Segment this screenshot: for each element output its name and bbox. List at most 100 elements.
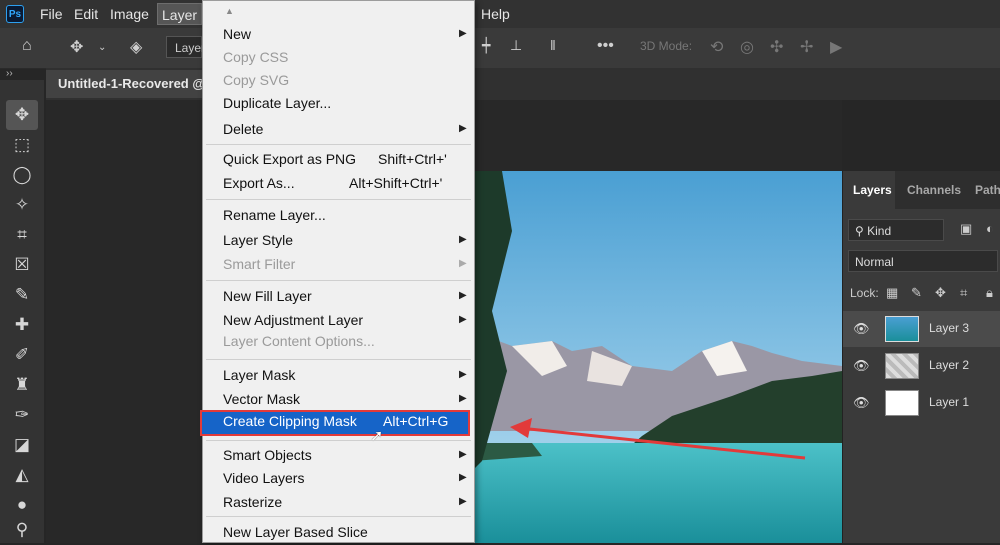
menu-item-quick-export-png[interactable]: Quick Export as PNG <box>223 151 356 167</box>
menu-file[interactable]: File <box>40 0 63 28</box>
menu-separator <box>206 199 471 200</box>
dodge-tool-icon[interactable]: ⚲ <box>0 515 44 545</box>
3d-orbit-icon[interactable]: ⟲ <box>710 37 723 57</box>
tab-channels[interactable]: Channels <box>907 171 961 209</box>
menu-item-new[interactable]: New <box>223 26 251 42</box>
history-brush-tool-icon[interactable]: ✑ <box>0 400 44 430</box>
submenu-arrow-icon: ▶ <box>459 369 467 380</box>
menu-item-create-clipping-mask[interactable]: Create Clipping Mask <box>223 413 357 429</box>
menu-layer[interactable]: Layer <box>157 3 203 25</box>
menu-item-rename-layer[interactable]: Rename Layer... <box>223 207 326 223</box>
shortcut-export-as: Alt+Shift+Ctrl+' <box>349 175 443 191</box>
distribute-icon[interactable]: ‖ <box>550 37 556 53</box>
brush-tool-icon[interactable]: ✐ <box>0 340 44 370</box>
3d-pan-icon[interactable]: ✣ <box>770 37 783 57</box>
options-bar <box>0 28 1000 69</box>
menu-item-copy-svg: Copy SVG <box>223 72 290 88</box>
submenu-arrow-icon: ▶ <box>459 393 467 404</box>
filter-pixel-icon[interactable]: ▣ <box>960 221 972 237</box>
menu-separator <box>206 359 471 360</box>
marquee-tool-icon[interactable]: ⬚ <box>0 130 44 160</box>
menu-separator <box>206 144 471 145</box>
eraser-tool-icon[interactable]: ◪ <box>0 430 44 460</box>
menu-edit[interactable]: Edit <box>74 0 98 28</box>
scroll-up-icon[interactable]: ▲ <box>225 6 234 16</box>
layer-row[interactable]: 👁︎ Layer 1 <box>843 385 1000 421</box>
eyedropper-tool-icon[interactable]: ✎ <box>0 280 44 310</box>
layer-row[interactable]: 👁︎ Layer 3 <box>843 311 1000 347</box>
panel-collapse-icon[interactable]: ›› <box>6 68 13 79</box>
menu-item-duplicate-layer[interactable]: Duplicate Layer... <box>223 95 331 111</box>
3d-roll-icon[interactable]: ◎ <box>740 37 754 57</box>
chevron-down-icon[interactable]: ⌄ <box>98 42 106 53</box>
lasso-tool-icon[interactable]: ◯ <box>0 160 44 190</box>
visibility-eye-icon[interactable]: 👁︎ <box>853 321 870 337</box>
canvas-image[interactable] <box>472 171 842 543</box>
menu-item-delete[interactable]: Delete <box>223 121 263 137</box>
visibility-eye-icon[interactable]: 👁︎ <box>853 395 870 411</box>
menu-item-export-as[interactable]: Export As... <box>223 175 295 191</box>
paint-bucket-tool-icon[interactable]: ◭ <box>0 460 44 490</box>
align-bottom-icon[interactable]: ⊥ <box>510 37 522 54</box>
menu-item-vector-mask[interactable]: Vector Mask <box>223 391 300 407</box>
submenu-arrow-icon: ▶ <box>459 290 467 301</box>
submenu-arrow-icon: ▶ <box>459 472 467 483</box>
blend-mode-dropdown[interactable]: Normal <box>848 250 998 272</box>
menu-item-new-layer-based-slice[interactable]: New Layer Based Slice <box>223 524 368 540</box>
menu-separator <box>206 280 471 281</box>
tab-paths[interactable]: Path <box>975 171 1000 209</box>
menu-item-rasterize[interactable]: Rasterize <box>223 494 282 510</box>
3d-slide-icon[interactable]: ✢ <box>800 37 813 57</box>
menu-item-layer-content-options: Layer Content Options... <box>223 333 375 349</box>
menu-item-layer-mask[interactable]: Layer Mask <box>223 367 295 383</box>
frame-tool-icon[interactable]: ☒ <box>0 250 44 280</box>
visibility-eye-icon[interactable]: 👁︎ <box>853 358 870 374</box>
submenu-arrow-icon: ▶ <box>459 123 467 134</box>
menu-item-copy-css: Copy CSS <box>223 49 289 65</box>
shortcut-quick-export: Shift+Ctrl+' <box>378 151 447 167</box>
menu-item-video-layers[interactable]: Video Layers <box>223 470 304 486</box>
menu-item-new-adjustment-layer[interactable]: New Adjustment Layer <box>223 312 363 328</box>
3d-camera-icon[interactable]: ▶ <box>830 37 842 57</box>
filter-adjustment-icon[interactable]: ◐ <box>986 221 994 236</box>
auto-select-target-dropdown[interactable]: Layer <box>166 36 205 58</box>
crop-tool-icon[interactable]: ⌗ <box>0 220 44 250</box>
layer-row[interactable]: 👁︎ Layer 2 <box>843 348 1000 384</box>
lock-artboard-icon[interactable]: ⌗ <box>960 285 967 301</box>
home-icon[interactable]: ⌂ <box>22 37 32 55</box>
menu-image[interactable]: Image <box>110 0 149 28</box>
submenu-arrow-icon: ▶ <box>459 449 467 460</box>
shortcut-create-clipping-mask: Alt+Ctrl+G <box>383 413 449 429</box>
submenu-arrow-icon: ▶ <box>459 496 467 507</box>
menu-separator <box>206 440 471 441</box>
layer-name: Layer 1 <box>929 395 970 409</box>
magic-wand-tool-icon[interactable]: ✧ <box>0 190 44 220</box>
menu-item-layer-style[interactable]: Layer Style <box>223 232 293 248</box>
healing-brush-tool-icon[interactable]: ✚ <box>0 310 44 340</box>
lock-position-icon[interactable]: ✥ <box>935 285 946 301</box>
document-tab[interactable]: Untitled-1-Recovered @ <box>46 70 218 98</box>
lock-transparent-icon[interactable]: ▦ <box>886 285 898 301</box>
layer-thumbnail <box>885 353 919 379</box>
photoshop-logo: Ps <box>6 5 24 23</box>
more-options-icon[interactable]: ••• <box>597 37 614 55</box>
kind-filter-dropdown[interactable]: ⚲ Kind <box>848 219 944 241</box>
mouse-cursor-icon: ➚ <box>370 428 384 445</box>
layer-thumbnail <box>885 390 919 416</box>
align-vertical-centers-icon[interactable]: ┿ <box>482 37 490 54</box>
menu-item-smart-objects[interactable]: Smart Objects <box>223 447 312 463</box>
kind-filter-label: Kind <box>867 224 892 238</box>
tab-layers[interactable]: Layers <box>843 171 895 209</box>
submenu-arrow-icon: ▶ <box>459 234 467 245</box>
lock-all-icon[interactable]: 🔒︎ <box>986 285 993 301</box>
auto-select-icon[interactable]: ◈ <box>130 37 142 57</box>
submenu-arrow-icon: ▶ <box>459 258 467 269</box>
move-tool-icon[interactable]: ✥ <box>6 100 38 130</box>
menu-help[interactable]: Help <box>481 0 510 28</box>
lock-image-icon[interactable]: ✎ <box>911 285 922 301</box>
clone-stamp-tool-icon[interactable]: ♜ <box>0 370 44 400</box>
move-tool-options-icon[interactable]: ✥ <box>70 37 83 57</box>
annotation-arrow <box>510 418 806 460</box>
menu-item-new-fill-layer[interactable]: New Fill Layer <box>223 288 312 304</box>
search-icon: ⚲ <box>855 224 868 238</box>
